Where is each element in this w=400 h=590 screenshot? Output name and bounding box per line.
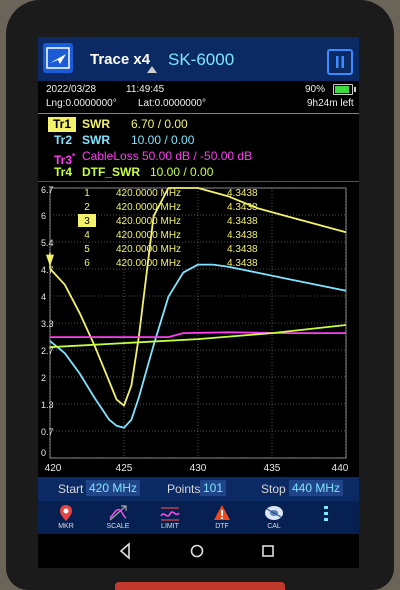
- trace-type-3: CableLoss: [82, 149, 139, 163]
- menu-limit-button[interactable]: LIMIT: [144, 501, 196, 534]
- calibrate-icon: [265, 506, 283, 520]
- trace-row-3[interactable]: Tr3* CableLoss 50.00 dB / -50.00 dB: [38, 149, 359, 167]
- scale-icon: [109, 505, 127, 521]
- home-icon[interactable]: [188, 534, 206, 568]
- menu-mkr-label: MKR: [58, 523, 74, 530]
- trace-row-1[interactable]: Tr1 SWR 6.70 / 0.00: [38, 117, 359, 133]
- y-tick-label: 5.4: [41, 238, 54, 248]
- y-tick-label: 2: [41, 373, 46, 383]
- trace-type-1: SWR: [82, 117, 110, 131]
- trace-value-1: 6.70 / 0.00: [131, 117, 188, 131]
- y-tick-label: 6: [41, 211, 46, 221]
- menu-limit-label: LIMIT: [161, 523, 179, 530]
- x-tick-label: 440: [332, 463, 349, 474]
- menu-cal-label: CAL: [267, 523, 281, 530]
- status-latitude: Lat:0.0000000°: [138, 98, 206, 109]
- marker-frequency: 420.0000 MHz: [116, 244, 181, 255]
- battery-percent: 90%: [305, 84, 326, 95]
- x-tick-label: 425: [116, 463, 133, 474]
- trace-type-2: SWR: [82, 133, 110, 147]
- points-label: Points: [167, 482, 201, 496]
- marker-value: 4.3438: [227, 188, 258, 199]
- marker-value: 4.3438: [227, 216, 258, 227]
- points-field[interactable]: 101: [200, 480, 227, 496]
- trace-3-superscript: *: [72, 152, 76, 161]
- marker-number: 4: [84, 230, 90, 241]
- trace-count-button[interactable]: Trace x4: [90, 51, 150, 68]
- marker-frequency: 420.0000 MHz: [116, 202, 181, 213]
- marker-number: 3: [84, 216, 90, 227]
- marker-frequency: 420.0000 MHz: [116, 230, 181, 241]
- stop-label: Stop: [261, 482, 286, 496]
- more-vertical-icon: [324, 506, 328, 521]
- swr-chart[interactable]: 6.765.44.743.32.721.30.70 420 425 430 435 44…: [38, 182, 359, 477]
- stop-frequency-field[interactable]: 440 MHz: [289, 480, 344, 496]
- sweep-controls: Start 420 MHz Points 101 Stop 440 MHz: [38, 477, 359, 501]
- trace-tag-2: Tr2: [54, 133, 73, 147]
- app-logo-icon: [43, 43, 73, 73]
- trace-value-2: 10.00 / 0.00: [131, 133, 195, 147]
- trace-row-4[interactable]: Tr4 DTF_SWR 10.00 / 0.00: [38, 165, 359, 181]
- marker-value: 4.3438: [227, 202, 258, 213]
- marker-pin-icon: [60, 505, 72, 521]
- title-bar: Trace x4 SK-6000: [38, 37, 359, 81]
- trace-tag-3: Tr3*: [54, 149, 82, 167]
- dtf-icon: [214, 505, 230, 520]
- pause-button[interactable]: [327, 49, 353, 75]
- android-nav-bar: [38, 534, 359, 568]
- marker-number: 5: [84, 244, 90, 255]
- status-divider: [38, 113, 359, 114]
- trace-tag-1: Tr1: [48, 117, 76, 132]
- app-screen: Trace x4 SK-6000 2022/03/28 11:49:45 Lng…: [38, 37, 359, 534]
- marker-value: 4.3438: [227, 258, 258, 269]
- trace-row-2[interactable]: Tr2 SWR 10.00 / 0.00: [38, 133, 359, 149]
- battery-icon: [333, 84, 356, 95]
- marker-value: 4.3438: [227, 230, 258, 241]
- menu-scale-label: SCALE: [106, 523, 130, 530]
- x-tick-label: 435: [264, 463, 281, 474]
- menu-mkr-button[interactable]: MKR: [40, 501, 92, 534]
- x-tick-label: 420: [45, 463, 62, 474]
- device-red-bumper: [115, 582, 285, 590]
- marker-number: 6: [84, 258, 90, 269]
- marker-frequency: 420.0000 MHz: [116, 188, 181, 199]
- status-time: 11:49:45: [126, 84, 165, 95]
- back-icon[interactable]: [116, 534, 134, 568]
- menu-dtf-button[interactable]: DTF: [196, 501, 248, 534]
- status-longitude: Lng:0.0000000°: [46, 98, 117, 109]
- y-tick-label: 0: [41, 448, 46, 458]
- limit-icon: [160, 507, 180, 521]
- bottom-menu: MKR SCALE LIMIT DTF CAL: [38, 501, 359, 534]
- model-name: SK-6000: [168, 50, 235, 69]
- menu-cal-button[interactable]: CAL: [248, 501, 300, 534]
- y-tick-label: 0.7: [41, 427, 54, 437]
- marker-number: 2: [84, 202, 90, 213]
- menu-scale-button[interactable]: SCALE: [92, 501, 144, 534]
- pause-icon: [336, 56, 344, 68]
- y-tick-label: 3.3: [41, 319, 54, 329]
- trace-value-3: 50.00 dB / -50.00 dB: [142, 149, 253, 163]
- trace-type-4: DTF_SWR: [82, 165, 140, 179]
- marker-frequency: 420.0000 MHz: [116, 216, 181, 227]
- start-label: Start: [58, 482, 84, 496]
- trace-tag-4: Tr4: [54, 165, 73, 179]
- menu-more-button[interactable]: [300, 501, 352, 534]
- y-tick-label: 1.3: [41, 400, 54, 410]
- marker-frequency: 420.0000 MHz: [116, 258, 181, 269]
- trace-value-4: 10.00 / 0.00: [150, 165, 214, 179]
- recents-icon[interactable]: [259, 534, 277, 568]
- y-tick-label: 6.7: [41, 185, 54, 195]
- start-frequency-field[interactable]: 420 MHz: [86, 480, 141, 496]
- status-date: 2022/03/28: [46, 84, 97, 95]
- x-tick-label: 430: [190, 463, 207, 474]
- y-tick-label: 4: [41, 292, 46, 302]
- battery-fill: [335, 86, 350, 93]
- menu-dtf-label: DTF: [215, 523, 229, 530]
- battery-time-left: 9h24m left: [307, 98, 354, 109]
- marker-value: 4.3438: [227, 244, 258, 255]
- dropdown-triangle-icon: [147, 66, 157, 73]
- status-bar: 2022/03/28 11:49:45 Lng:0.0000000° Lat:0…: [38, 81, 359, 114]
- marker-number: 1: [84, 188, 90, 199]
